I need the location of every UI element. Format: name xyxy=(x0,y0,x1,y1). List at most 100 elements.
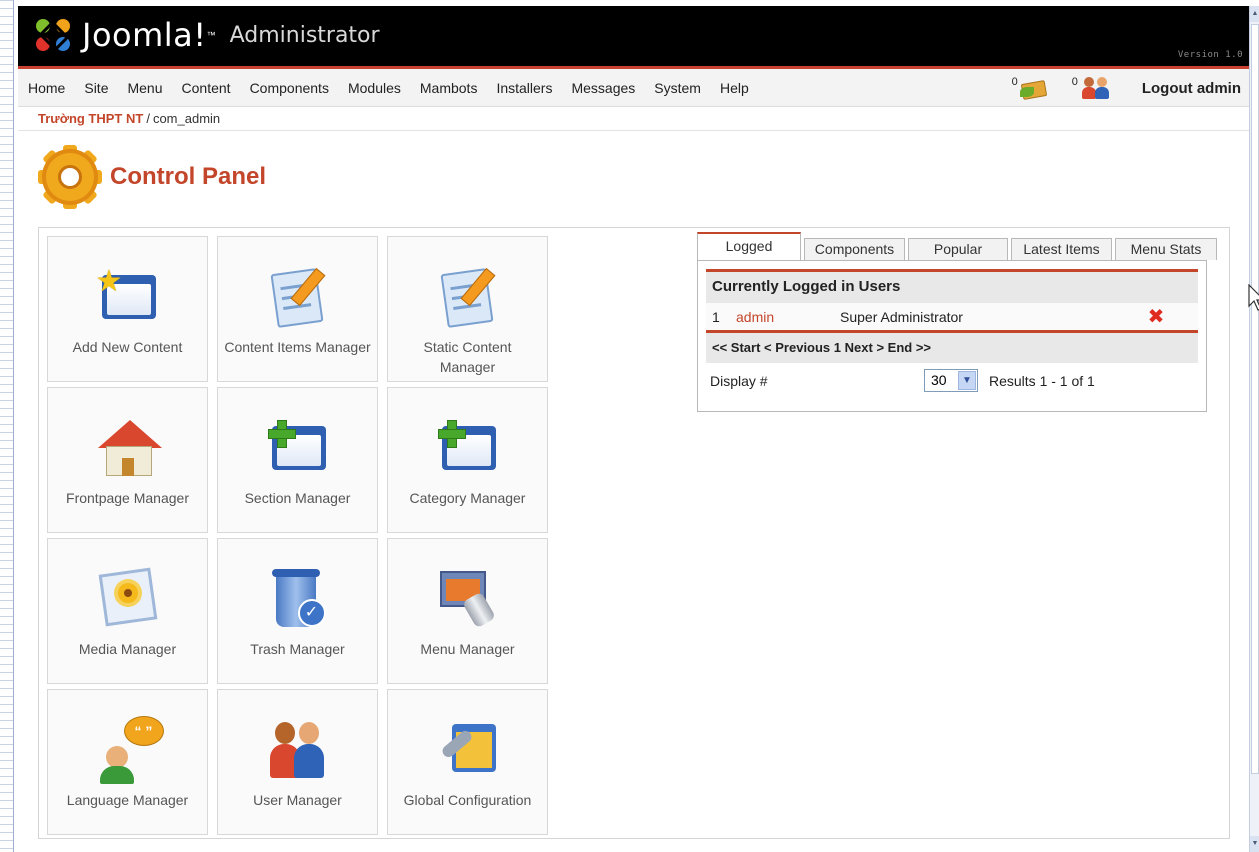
menu-item-components[interactable]: Components xyxy=(250,80,329,96)
row-index: 1 xyxy=(712,309,720,325)
media-icon xyxy=(88,557,168,637)
category-icon xyxy=(428,406,508,486)
tile-global-configuration[interactable]: Global Configuration xyxy=(387,689,548,835)
tile-media-manager[interactable]: Media Manager xyxy=(47,538,208,684)
menu-item-menu[interactable]: Menu xyxy=(127,80,162,96)
row-user-role: Super Administrator xyxy=(840,309,963,325)
tile-label: User Manager xyxy=(253,792,342,808)
admin-window: Joomla! ™ Administrator Version 1.0 Home… xyxy=(18,6,1249,852)
menu-item-messages[interactable]: Messages xyxy=(571,80,635,96)
tile-label: Category Manager xyxy=(409,490,526,506)
tile-label: Frontpage Manager xyxy=(66,490,189,506)
static-content-icon xyxy=(428,255,508,335)
display-count-value: 30 xyxy=(931,372,947,388)
menu-item-help[interactable]: Help xyxy=(720,80,749,96)
menu-item-modules[interactable]: Modules xyxy=(348,80,401,96)
section-icon xyxy=(258,406,338,486)
menu-item-home[interactable]: Home xyxy=(28,80,65,96)
tab-menu-stats[interactable]: Menu Stats xyxy=(1115,238,1217,260)
pager-end-link[interactable]: End >> xyxy=(888,340,931,355)
tile-label: Section Manager xyxy=(244,490,351,506)
tile-add-new-content[interactable]: ★ Add New Content xyxy=(47,236,208,382)
brand-name: Joomla! xyxy=(82,16,207,54)
display-count-select[interactable]: 30 ▼ xyxy=(924,369,978,392)
scrollbar-thumb[interactable] xyxy=(1251,24,1259,774)
tile-label: Add New Content xyxy=(72,339,183,355)
tile-label: Content Items Manager xyxy=(224,339,371,355)
logged-users-table: Currently Logged in Users 1 admin Super … xyxy=(706,269,1198,399)
tile-label: Language Manager xyxy=(66,792,189,808)
language-icon: “ ” xyxy=(88,708,168,788)
control-panel-main: ★ Add New Content Content Items Manager xyxy=(38,227,1230,839)
tile-label: Trash Manager xyxy=(250,641,345,657)
tile-menu-manager[interactable]: Menu Manager xyxy=(387,538,548,684)
user-manager-icon xyxy=(258,708,338,788)
messages-count: 0 xyxy=(1011,76,1018,88)
tile-trash-manager[interactable]: ✓ Trash Manager xyxy=(217,538,378,684)
breadcrumb-separator: / xyxy=(146,111,150,126)
tile-frontpage-manager[interactable]: Frontpage Manager xyxy=(47,387,208,533)
global-config-icon xyxy=(428,708,508,788)
tab-popular[interactable]: Popular xyxy=(908,238,1008,260)
messages-counter[interactable]: 0 xyxy=(1011,76,1050,100)
frontpage-icon xyxy=(88,406,168,486)
results-summary: Results 1 - 1 of 1 xyxy=(989,373,1095,389)
pager-next-link[interactable]: Next > xyxy=(845,340,884,355)
logout-link[interactable]: Logout admin xyxy=(1142,80,1241,97)
brand-trademark: ™ xyxy=(206,30,216,40)
breadcrumb-current: com_admin xyxy=(152,111,221,126)
joomla-logo[interactable]: Joomla! ™ Administrator xyxy=(32,16,380,54)
tab-latest-items[interactable]: Latest Items xyxy=(1011,238,1112,260)
brand-subtitle: Administrator xyxy=(229,22,380,48)
tile-label: Media Manager xyxy=(78,641,177,657)
menu-manager-icon xyxy=(428,557,508,637)
tile-category-manager[interactable]: Category Manager xyxy=(387,387,548,533)
stats-tab-panel: Logged Components Popular Latest Items M… xyxy=(697,232,1217,420)
pagination: << Start < Previous 1 Next > End >> xyxy=(706,333,1198,363)
pager-previous-link[interactable]: < Previous xyxy=(764,340,830,355)
logged-users-pane: Currently Logged in Users 1 admin Super … xyxy=(697,260,1207,412)
tile-label: Static Content Manager xyxy=(423,339,512,375)
tile-static-content-manager[interactable]: Static Content Manager xyxy=(387,236,548,382)
online-users-counter[interactable]: 0 xyxy=(1072,76,1112,99)
page-left-margin xyxy=(0,0,14,852)
menu-right-tools: 0 0 Logout admin xyxy=(1012,69,1241,107)
table-title: Currently Logged in Users xyxy=(706,269,1198,303)
menu-item-installers[interactable]: Installers xyxy=(496,80,552,96)
tab-logged[interactable]: Logged xyxy=(697,232,801,261)
scroll-up-arrow-icon[interactable]: ▲ xyxy=(1250,6,1259,22)
quick-icons-grid: ★ Add New Content Content Items Manager xyxy=(47,236,548,835)
stats-tabs: Logged Components Popular Latest Items M… xyxy=(697,232,1217,261)
menu-item-mambots[interactable]: Mambots xyxy=(420,80,478,96)
menu-item-system[interactable]: System xyxy=(654,80,701,96)
chevron-down-icon[interactable]: ▼ xyxy=(958,371,976,390)
tile-language-manager[interactable]: “ ” Language Manager xyxy=(47,689,208,835)
pager-start-link[interactable]: << Start xyxy=(712,340,760,355)
menu-item-site[interactable]: Site xyxy=(84,80,108,96)
breadcrumb: Trường THPT NT / com_admin xyxy=(18,107,1249,131)
scroll-down-arrow-icon[interactable]: ▼ xyxy=(1250,836,1259,852)
menu-item-content[interactable]: Content xyxy=(182,80,231,96)
version-label: Version 1.0 xyxy=(1177,50,1243,60)
table-row: 1 admin Super Administrator ✖ xyxy=(706,303,1198,333)
page-scrollbar[interactable]: ▲ ▼ xyxy=(1249,6,1259,852)
tab-components[interactable]: Components xyxy=(804,238,905,260)
logout-user-icon[interactable]: ✖ xyxy=(1147,307,1165,327)
inbox-mail-icon xyxy=(1019,78,1050,100)
tile-section-manager[interactable]: Section Manager xyxy=(217,387,378,533)
trash-icon: ✓ xyxy=(258,557,338,637)
page-title-row: Control Panel xyxy=(18,131,1249,223)
content-items-icon xyxy=(258,255,338,335)
display-count-row: Display # 30 ▼ Results 1 - 1 of 1 xyxy=(706,363,1198,399)
pager-page-number: 1 xyxy=(833,340,842,355)
tile-label: Menu Manager xyxy=(420,641,515,657)
display-label: Display # xyxy=(710,373,768,389)
tile-user-manager[interactable]: User Manager xyxy=(217,689,378,835)
breadcrumb-site-link[interactable]: Trường THPT NT xyxy=(38,111,143,126)
tile-label: Global Configuration xyxy=(403,792,532,808)
online-users-icon xyxy=(1080,77,1112,99)
header-bar: Joomla! ™ Administrator Version 1.0 xyxy=(18,6,1249,66)
tile-content-items-manager[interactable]: Content Items Manager xyxy=(217,236,378,382)
joomla-logo-mark-icon xyxy=(32,17,76,53)
row-username-link[interactable]: admin xyxy=(736,303,774,331)
